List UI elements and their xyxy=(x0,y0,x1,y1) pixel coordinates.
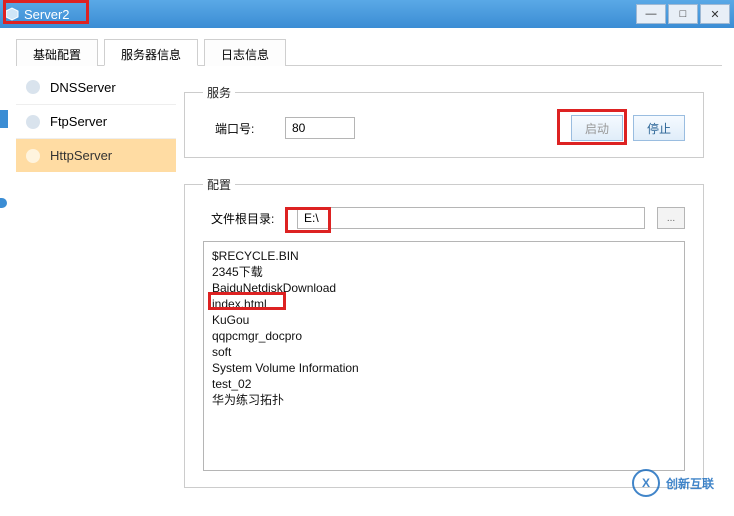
port-label: 端口号: xyxy=(203,120,273,137)
rootdir-label: 文件根目录: xyxy=(203,210,285,227)
list-item[interactable]: test_02 xyxy=(212,376,676,392)
close-button[interactable]: ✕ xyxy=(700,4,730,24)
browse-button[interactable]: ... xyxy=(657,207,685,229)
watermark-logo: X 创新互联 xyxy=(632,465,722,501)
tab-basic-config[interactable]: 基础配置 xyxy=(16,39,98,66)
list-item[interactable]: index.html xyxy=(212,296,676,312)
sidebar-item-label: HttpServer xyxy=(50,148,112,163)
app-icon xyxy=(4,6,20,22)
list-item[interactable]: 2345下载 xyxy=(212,264,676,280)
status-dot-icon xyxy=(26,80,40,94)
window-controls: — □ ✕ xyxy=(634,4,730,24)
minimize-button[interactable]: — xyxy=(636,4,666,24)
window-title: Server2 xyxy=(24,7,70,22)
status-dot-icon xyxy=(26,115,40,129)
left-edge-decoration xyxy=(0,110,8,200)
start-button[interactable]: 启动 xyxy=(571,115,623,141)
sidebar-item-label: FtpServer xyxy=(50,114,107,129)
logo-text: 创新互联 xyxy=(666,475,714,492)
sidebar-item-ftpserver[interactable]: FtpServer xyxy=(16,104,176,138)
stop-button[interactable]: 停止 xyxy=(633,115,685,141)
list-item[interactable]: System Volume Information xyxy=(212,360,676,376)
sidebar-item-label: DNSServer xyxy=(50,80,116,95)
config-legend: 配置 xyxy=(203,176,235,193)
status-dot-icon xyxy=(26,149,40,163)
service-legend: 服务 xyxy=(203,84,235,101)
list-item[interactable]: $RECYCLE.BIN xyxy=(212,248,676,264)
logo-icon: X xyxy=(632,469,660,497)
sidebar-item-dnsserver[interactable]: DNSServer xyxy=(16,70,176,104)
list-item[interactable]: KuGou xyxy=(212,312,676,328)
list-item[interactable]: qqpcmgr_docpro xyxy=(212,328,676,344)
sidebar-item-httpserver[interactable]: HttpServer xyxy=(16,138,176,172)
maximize-button[interactable]: □ xyxy=(668,4,698,24)
rootdir-input[interactable] xyxy=(297,207,645,229)
sidebar: DNSServer FtpServer HttpServer xyxy=(16,66,176,506)
tabstrip: 基础配置 服务器信息 日志信息 xyxy=(16,38,722,66)
service-group: 服务 端口号: 启动 停止 xyxy=(184,84,704,158)
tab-server-info[interactable]: 服务器信息 xyxy=(104,39,198,66)
list-item[interactable]: soft xyxy=(212,344,676,360)
titlebar: Server2 — □ ✕ xyxy=(0,0,734,28)
file-list[interactable]: $RECYCLE.BIN 2345下载 BaiduNetdiskDownload… xyxy=(203,241,685,471)
tab-log-info[interactable]: 日志信息 xyxy=(204,39,286,66)
config-group: 配置 文件根目录: ... $RECYCLE.BIN 2345下载 BaiduN… xyxy=(184,176,704,488)
port-input[interactable] xyxy=(285,117,355,139)
list-item[interactable]: 华为练习拓扑 xyxy=(212,392,676,408)
list-item[interactable]: BaiduNetdiskDownload xyxy=(212,280,676,296)
